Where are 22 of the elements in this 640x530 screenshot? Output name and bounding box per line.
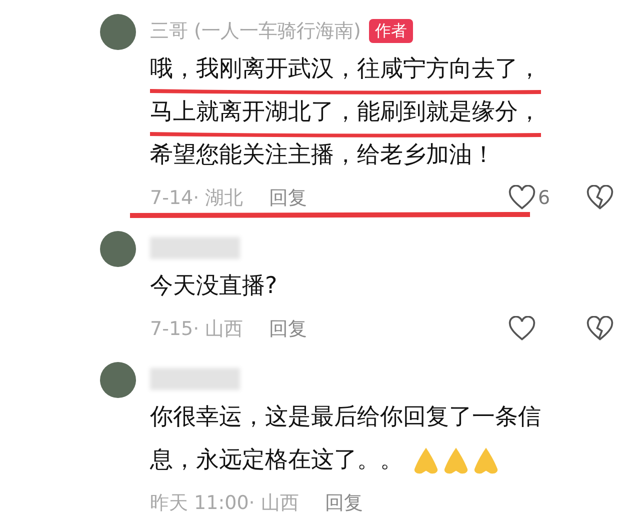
avatar[interactable]: [100, 231, 136, 267]
comment-text: 马上就离开湖北了，能刷到就是缘分，: [150, 95, 541, 130]
comment-text: 希望您能关注主播，给老乡加油！: [150, 141, 495, 170]
heart-icon[interactable]: [508, 316, 536, 342]
reply-button[interactable]: 回复: [269, 314, 308, 344]
comment-text: 今天没直播?: [150, 272, 278, 302]
avatar[interactable]: [100, 14, 136, 50]
comment-meta: 昨天 11:00· 山西: [150, 490, 299, 516]
broken-heart-icon[interactable]: [586, 185, 614, 211]
broken-heart-icon[interactable]: [586, 316, 614, 342]
reply-button[interactable]: 回复: [324, 488, 363, 518]
author-badge: 作者: [368, 19, 413, 43]
comment-meta: 7-14· 湖北: [150, 186, 244, 211]
author-name[interactable]: 三哥 (一人一车骑行海南): [150, 16, 361, 46]
comment-meta: 7-15· 山西: [150, 316, 244, 342]
avatar[interactable]: [100, 362, 136, 398]
reply-button[interactable]: 回复: [269, 184, 308, 212]
comment-text: 息，永远定格在这了。。: [150, 446, 403, 476]
like-count: 6: [538, 186, 550, 211]
comment-text: 你很幸运，这是最后给你回复了一条信: [150, 403, 541, 432]
comment-text: 哦，我刚离开武汉，往咸宁方向去了，: [150, 52, 541, 87]
heart-icon[interactable]: [508, 185, 536, 211]
